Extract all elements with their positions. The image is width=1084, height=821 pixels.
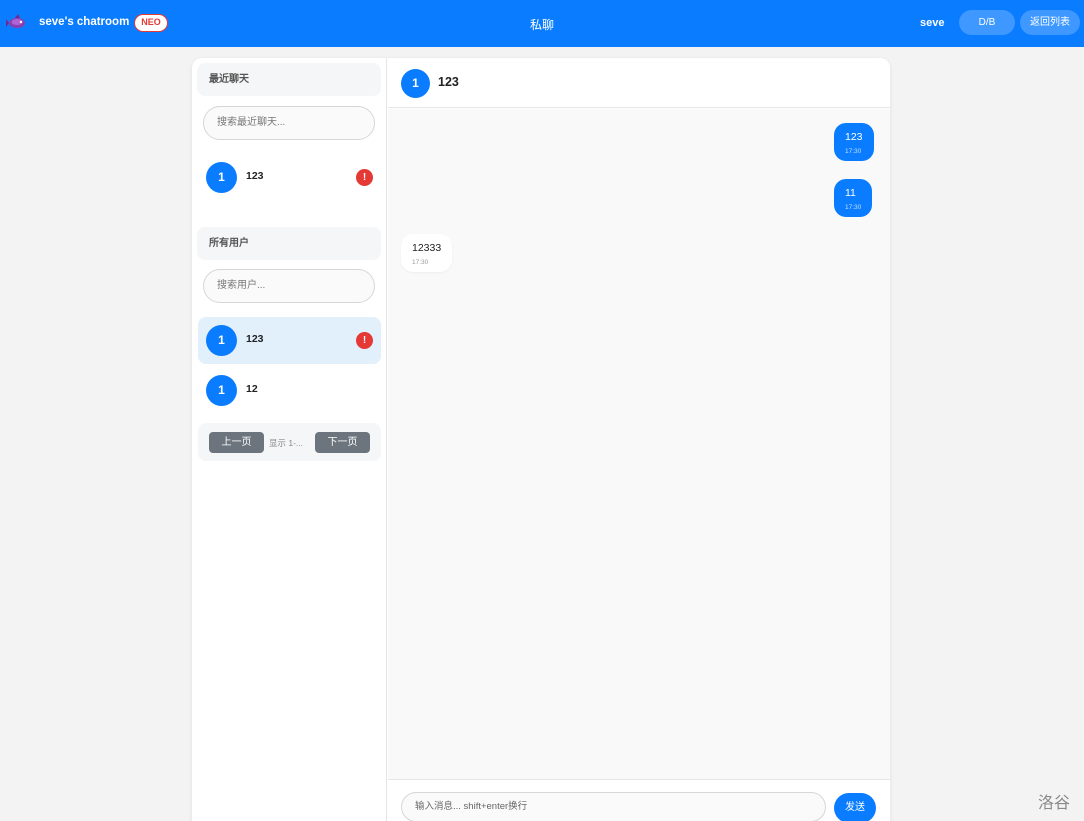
message-text: 123	[845, 131, 863, 143]
avatar: 1	[206, 162, 237, 193]
recent-chat-item[interactable]: 1 123 !	[198, 154, 381, 201]
user-list-item[interactable]: 1 12	[198, 367, 381, 414]
sidebar: 最近聊天 搜索最近聊天... 1 123 ! 所有用户 搜索用户... 1 12…	[192, 58, 387, 821]
message-text: 11	[845, 187, 856, 199]
message-bubble-received: 12333 17:30	[401, 234, 453, 272]
pagination: 上一页 显示 1-... 下一页	[198, 423, 381, 461]
unread-alert-icon: !	[356, 332, 373, 349]
message-input[interactable]: 输入消息... shift+enter换行	[401, 792, 826, 821]
chat-panel: 最近聊天 搜索最近聊天... 1 123 ! 所有用户 搜索用户... 1 12…	[192, 58, 890, 821]
prev-page-button[interactable]: 上一页	[209, 432, 264, 453]
user-list-item[interactable]: 1 123 !	[198, 317, 381, 364]
message-time: 17:30	[412, 259, 429, 266]
message-list[interactable]: 123 17:30 11 17:30 12333 17:30	[388, 109, 890, 779]
user-search-input[interactable]: 搜索用户...	[203, 269, 375, 303]
message-time: 17:30	[845, 148, 862, 155]
user-name: 123	[246, 333, 264, 345]
message-bubble-sent: 123 17:30	[834, 123, 874, 161]
watermark: 洛谷	[1038, 795, 1071, 812]
user-name: 12	[246, 383, 258, 395]
recent-search-input[interactable]: 搜索最近聊天...	[203, 106, 375, 140]
message-composer: 输入消息... shift+enter换行 发送	[388, 779, 890, 821]
current-username: seve	[920, 17, 945, 29]
avatar: 1	[206, 325, 237, 356]
back-to-list-button[interactable]: 返回列表	[1020, 10, 1080, 35]
avatar: 1	[206, 375, 237, 406]
next-page-button[interactable]: 下一页	[315, 432, 370, 453]
message-bubble-sent: 11 17:30	[834, 179, 873, 217]
chat-partner-avatar: 1	[401, 69, 430, 98]
chat-header: 1 123	[388, 58, 890, 108]
recent-chats-heading: 最近聊天	[197, 63, 381, 96]
page-info: 显示 1-...	[269, 438, 304, 448]
unread-alert-icon: !	[356, 169, 373, 186]
message-text: 12333	[412, 242, 442, 254]
chat-partner-name: 123	[438, 75, 459, 89]
all-users-heading: 所有用户	[197, 227, 381, 260]
recent-chat-name: 123	[246, 170, 264, 182]
theme-toggle-button[interactable]: D/B	[959, 10, 1015, 35]
send-button[interactable]: 发送	[834, 793, 876, 821]
message-time: 17:30	[845, 204, 862, 211]
chat-area: 1 123 123 17:30 11 17:30 12333 17:30 输入消…	[388, 58, 890, 821]
top-navbar: seve's chatroom NEO 私聊 seve D/B 返回列表	[0, 0, 1084, 47]
